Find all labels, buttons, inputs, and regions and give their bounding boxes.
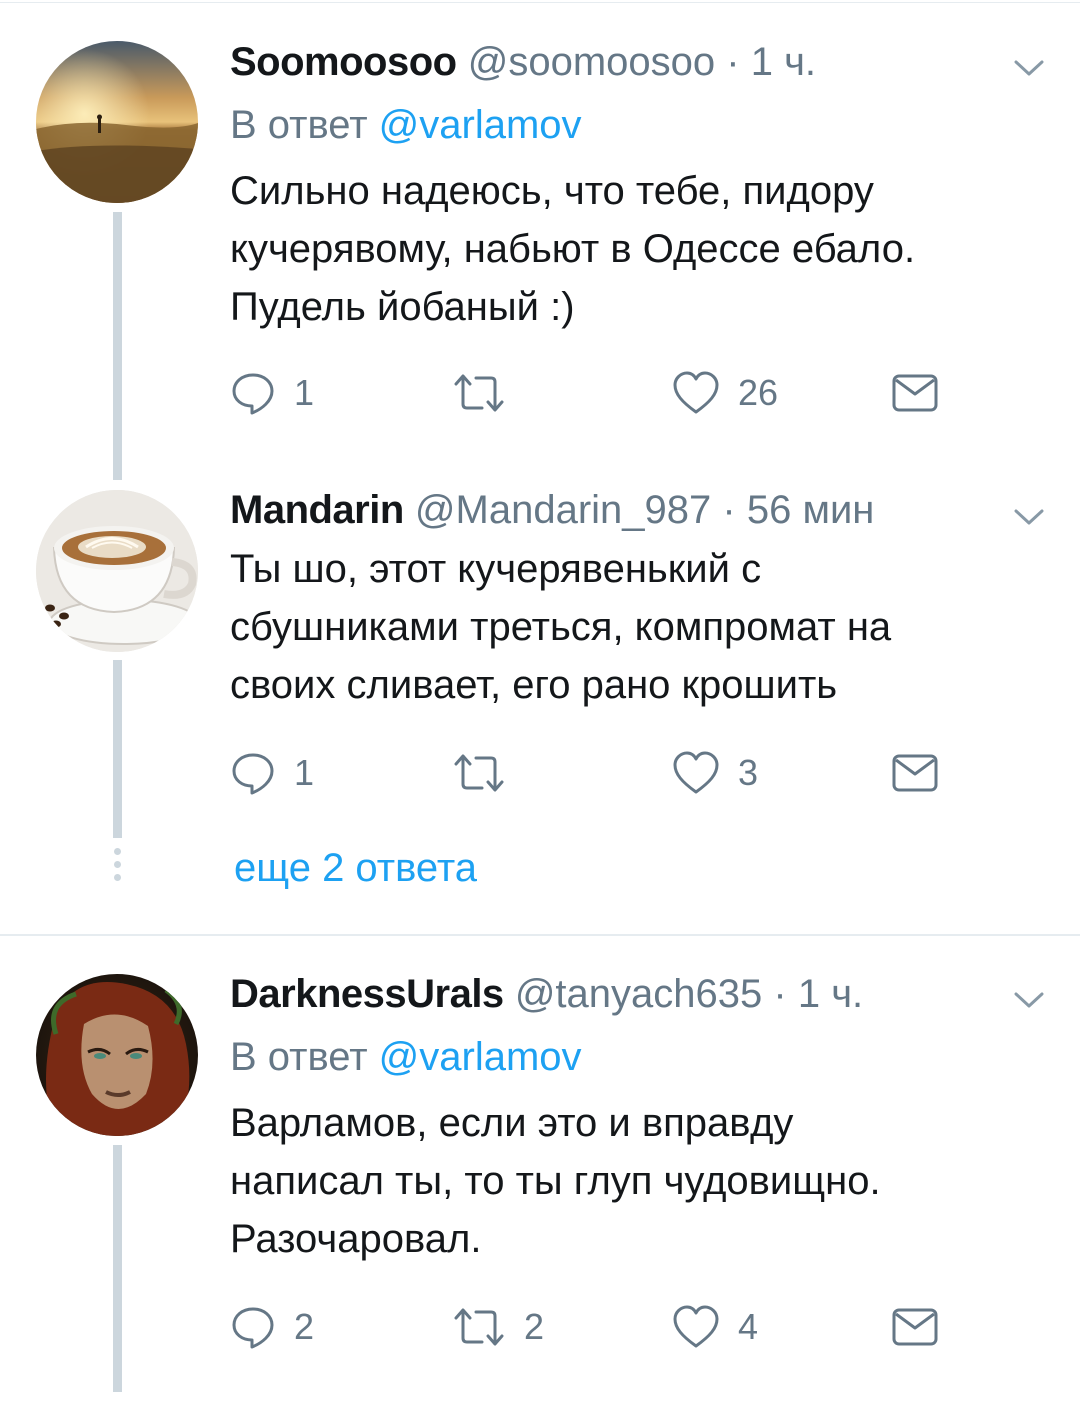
like-button[interactable]: 3 (672, 748, 758, 798)
retweet-icon (454, 1308, 504, 1346)
reply-button[interactable]: 1 (230, 368, 314, 418)
retweet-button[interactable]: 2 (452, 1302, 544, 1352)
reply-count: 1 (294, 372, 315, 413)
like-button[interactable]: 26 (672, 368, 778, 418)
direct-message-icon (892, 374, 938, 412)
like-icon (673, 751, 719, 794)
reply-prefix: В ответ (230, 103, 368, 147)
tweet-text-line: написал ты, то ты глуп чудовищно. (230, 1159, 881, 1203)
like-count: 26 (738, 372, 779, 413)
user-handle[interactable]: @tanyach635 (515, 972, 762, 1016)
direct-message-button[interactable] (892, 748, 938, 798)
tweet-header: Soomoosoo @soomoosoo · 1 ч. (230, 37, 816, 87)
chevron-down-icon[interactable] (1013, 58, 1045, 78)
retweet-button[interactable] (452, 748, 524, 798)
tweet-text-line: Варламов, если это и вправду (230, 1101, 794, 1145)
tweet-text-line: Сильно надеюсь, что тебе, пидору (230, 169, 874, 213)
direct-message-button[interactable] (892, 1302, 938, 1352)
tweet-text-line: Ты шо, этот кучерявенький с (230, 547, 762, 591)
reply-button[interactable]: 1 (230, 748, 314, 798)
dot (114, 848, 121, 855)
user-handle[interactable]: @soomoosoo (468, 40, 715, 84)
avatar-woman-portrait-image (36, 974, 198, 1136)
separator: · (726, 40, 740, 84)
reply-icon (232, 1307, 274, 1349)
thread-line (113, 212, 122, 480)
retweet-count: 2 (524, 1306, 545, 1347)
retweet-icon (454, 374, 504, 412)
reply-count: 2 (294, 1306, 315, 1347)
tweet-divider (0, 934, 1080, 936)
reply-context: В ответ @varlamov (230, 100, 582, 150)
tweet-header: DarknessUrals @tanyach635 · 1 ч. (230, 969, 863, 1019)
tweet-text-line: сбушниками треться, компромат на (230, 605, 892, 649)
display-name[interactable]: Soomoosoo (230, 40, 457, 84)
tweet-text-line: Разочаровал. (230, 1217, 482, 1261)
reply-mention-link[interactable]: @varlamov (379, 1035, 582, 1079)
thread-line (113, 1145, 122, 1392)
tweet-text-line: кучерявому, набьют в Одессе ебало. (230, 227, 916, 271)
tweet-text-line: своих сливает, его рано крошить (230, 663, 838, 707)
thread-continuation-dots (113, 848, 122, 888)
chevron-down-icon[interactable] (1013, 990, 1045, 1010)
avatar-coffee-cup-image (36, 490, 198, 652)
separator: · (722, 488, 736, 532)
display-name[interactable]: Mandarin (230, 488, 404, 532)
reply-icon (232, 373, 274, 415)
reply-button[interactable]: 2 (230, 1302, 314, 1352)
dot (114, 861, 121, 868)
avatar-darknessurals[interactable] (36, 974, 198, 1136)
tweet-text: Варламов, если это и вправду написал ты,… (230, 1094, 1030, 1268)
tweet-text: Сильно надеюсь, что тебе, пидору кучеряв… (230, 162, 1030, 336)
reply-count: 1 (294, 752, 315, 793)
thread-line (113, 660, 122, 838)
dot (114, 874, 121, 881)
direct-message-icon (892, 1308, 938, 1346)
retweet-button[interactable] (452, 368, 524, 418)
retweet-icon (454, 754, 504, 792)
tweet-text-line: Пудель йобаный :) (230, 285, 575, 329)
direct-message-button[interactable] (892, 368, 938, 418)
like-icon (673, 1305, 719, 1348)
user-handle[interactable]: @Mandarin_987 (415, 488, 711, 532)
reply-prefix: В ответ (230, 1035, 368, 1079)
tweet-actions: 1 26 (230, 368, 990, 418)
tweet-text: Ты шо, этот кучерявенький с сбушниками т… (230, 540, 1030, 714)
like-count: 3 (738, 752, 759, 793)
timestamp[interactable]: 1 ч. (798, 972, 863, 1016)
reply-mention-link[interactable]: @varlamov (379, 103, 582, 147)
top-divider (0, 2, 1080, 3)
like-button[interactable]: 4 (672, 1302, 758, 1352)
tweet-actions: 2 2 4 (230, 1302, 990, 1352)
timestamp[interactable]: 1 ч. (751, 40, 816, 84)
like-icon (673, 371, 719, 414)
avatar-soomoosoo[interactable] (36, 41, 198, 203)
tweet-actions: 1 3 (230, 748, 990, 798)
reply-context: В ответ @varlamov (230, 1032, 582, 1082)
chevron-down-icon[interactable] (1013, 507, 1045, 527)
reply-icon (232, 753, 274, 795)
show-more-replies-link[interactable]: еще 2 ответа (234, 843, 477, 893)
avatar-mandarin[interactable] (36, 490, 198, 652)
display-name[interactable]: DarknessUrals (230, 972, 504, 1016)
direct-message-icon (892, 754, 938, 792)
tweet-header: Mandarin @Mandarin_987 · 56 мин (230, 485, 874, 535)
avatar-field-sunset-image (36, 41, 198, 203)
timestamp[interactable]: 56 мин (747, 488, 875, 532)
separator: · (773, 972, 787, 1016)
like-count: 4 (738, 1306, 759, 1347)
